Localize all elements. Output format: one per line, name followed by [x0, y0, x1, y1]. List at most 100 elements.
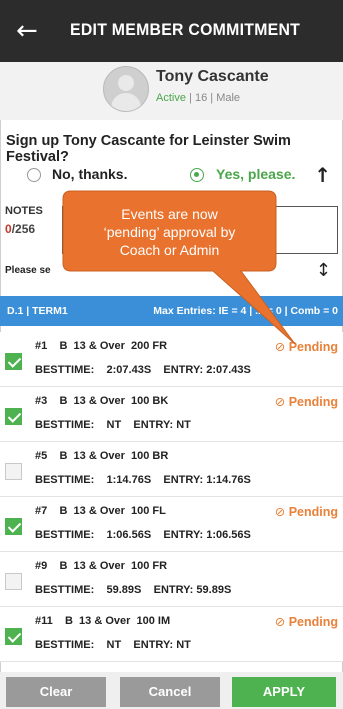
event-checkbox[interactable]: [5, 353, 22, 370]
event-title: #5 B 13 & Over 100 BR: [35, 450, 168, 462]
event-number: #7: [35, 505, 48, 517]
event-spacer: [151, 364, 163, 376]
event-spacer: [53, 615, 65, 627]
event-times: BESTTIME: 1:06.56S ENTRY: 1:06.56S: [35, 529, 251, 541]
member-card: Tony Cascante Active | 16 | Male: [0, 62, 343, 120]
meta-separator: |: [189, 92, 192, 104]
member-age: 16: [194, 92, 208, 104]
signup-question: Sign up Tony Cascante for Leinster Swim …: [6, 133, 291, 165]
entry-time: 1:06.56S: [206, 529, 251, 541]
best-label: BESTTIME:: [35, 584, 95, 596]
event-checkbox[interactable]: [5, 628, 22, 645]
meta-separator: |: [210, 92, 214, 104]
clear-button[interactable]: Clear: [6, 677, 106, 707]
event-number: #5: [35, 450, 48, 462]
annotation-callout: Events are now ‘pending’ approval by Coa…: [62, 190, 296, 345]
entry-time: NT: [176, 639, 191, 651]
member-meta: Active | 16 | Male: [156, 92, 240, 104]
event-times: BESTTIME: 2:07.43S ENTRY: 2:07.43S: [35, 364, 251, 376]
event-row[interactable]: #11 B 13 & Over 100 IM BESTTIME: NT ENTRY…: [0, 607, 343, 662]
yes-label[interactable]: Yes, please.: [216, 166, 295, 182]
entry-time: NT: [176, 419, 191, 431]
avatar: [103, 66, 149, 112]
event-desc: B 13 & Over 100 BR: [59, 450, 169, 462]
entry-label: ENTRY:: [163, 474, 204, 486]
member-status: Active: [156, 92, 186, 104]
event-checkbox[interactable]: [5, 463, 22, 480]
member-name: Tony Cascante: [156, 68, 269, 85]
best-time: 2:07.43S: [106, 364, 152, 376]
best-label: BESTTIME:: [35, 639, 95, 651]
entry-label: ENTRY:: [163, 529, 204, 541]
event-spacer: [47, 560, 59, 572]
event-row[interactable]: #9 B 13 & Over 100 FR BESTTIME: 59.89S EN…: [0, 552, 343, 607]
event-spacer: [151, 529, 163, 541]
event-row[interactable]: #7 B 13 & Over 100 FL BESTTIME: 1:06.56S …: [0, 497, 343, 552]
callout-line: Coach or Admin: [119, 242, 220, 258]
entry-label: ENTRY:: [163, 364, 204, 376]
event-spacer: [94, 584, 106, 596]
apply-button[interactable]: APPLY: [232, 677, 336, 707]
event-row[interactable]: #5 B 13 & Over 100 BR BESTTIME: 1:14.76S …: [0, 442, 343, 497]
event-times: BESTTIME: 59.89S ENTRY: 59.89S: [35, 584, 231, 596]
event-spacer: [47, 505, 59, 517]
event-spacer: [94, 474, 106, 486]
event-title: #11 B 13 & Over 100 IM: [35, 615, 170, 627]
pending-label: Pending: [288, 340, 338, 354]
event-spacer: [47, 395, 59, 407]
entry-time: 59.89S: [196, 584, 232, 596]
member-gender: Male: [216, 92, 241, 104]
event-number: #11: [35, 615, 53, 627]
event-desc: B 13 & Over 100 IM: [64, 615, 171, 627]
best-time: 1:14.76S: [106, 474, 152, 486]
callout-line: ‘pending’ approval by: [103, 224, 236, 240]
pending-icon: ⊘: [274, 339, 286, 354]
entry-label: ENTRY:: [153, 584, 194, 596]
pending-icon: ⊘: [274, 504, 286, 519]
sort-icon[interactable]: ↕: [316, 260, 331, 281]
event-row[interactable]: #3 B 13 & Over 100 BK BESTTIME: NT ENTRY:…: [0, 387, 343, 442]
pending-label: Pending: [288, 395, 338, 409]
event-checkbox[interactable]: [5, 408, 22, 425]
event-times: BESTTIME: NT ENTRY: NT: [35, 639, 191, 651]
event-spacer: [47, 340, 59, 352]
pending-status: ⊘ Pending: [275, 339, 338, 354]
best-time: 59.89S: [106, 584, 142, 596]
event-spacer: [94, 529, 106, 541]
entry-time: 2:07.43S: [206, 364, 251, 376]
event-spacer: [47, 450, 59, 462]
term-label: D.1 | TERM1: [7, 305, 68, 317]
best-label: BESTTIME:: [35, 364, 95, 376]
pending-icon: ⊘: [274, 614, 286, 629]
entry-label: ENTRY:: [133, 639, 174, 651]
best-label: BESTTIME:: [35, 529, 95, 541]
event-desc: B 13 & Over 100 FL: [59, 505, 166, 517]
yes-radio[interactable]: [190, 168, 204, 182]
best-time: NT: [106, 419, 122, 431]
action-bar: Clear Cancel APPLY: [0, 672, 343, 709]
entry-time: 1:14.76S: [206, 474, 251, 486]
event-title: #7 B 13 & Over 100 FL: [35, 505, 166, 517]
event-checkbox[interactable]: [5, 573, 22, 590]
arrow-left-icon[interactable]: ←: [16, 16, 38, 46]
pending-label: Pending: [288, 505, 338, 519]
arrow-up-icon[interactable]: ↑: [314, 163, 331, 187]
callout-text: Events are now ‘pending’ approval by Coa…: [63, 205, 276, 259]
event-spacer: [141, 584, 153, 596]
entry-label: ENTRY:: [133, 419, 174, 431]
best-label: BESTTIME:: [35, 419, 95, 431]
event-spacer: [151, 474, 163, 486]
best-time: NT: [106, 639, 122, 651]
event-checkbox[interactable]: [5, 518, 22, 535]
event-spacer: [94, 364, 106, 376]
notes-max: /256: [11, 222, 36, 236]
page-title: EDIT MEMBER COMMITMENT: [70, 20, 301, 39]
notes-label: NOTES: [5, 205, 43, 217]
pending-status: ⊘ Pending: [275, 394, 338, 409]
cancel-button[interactable]: Cancel: [120, 677, 220, 707]
no-label[interactable]: No, thanks.: [52, 166, 127, 182]
no-radio[interactable]: [27, 168, 41, 182]
event-title: #3 B 13 & Over 100 BK: [35, 395, 168, 407]
notes-counter: 0/256: [5, 222, 35, 236]
event-spacer: [94, 419, 106, 431]
